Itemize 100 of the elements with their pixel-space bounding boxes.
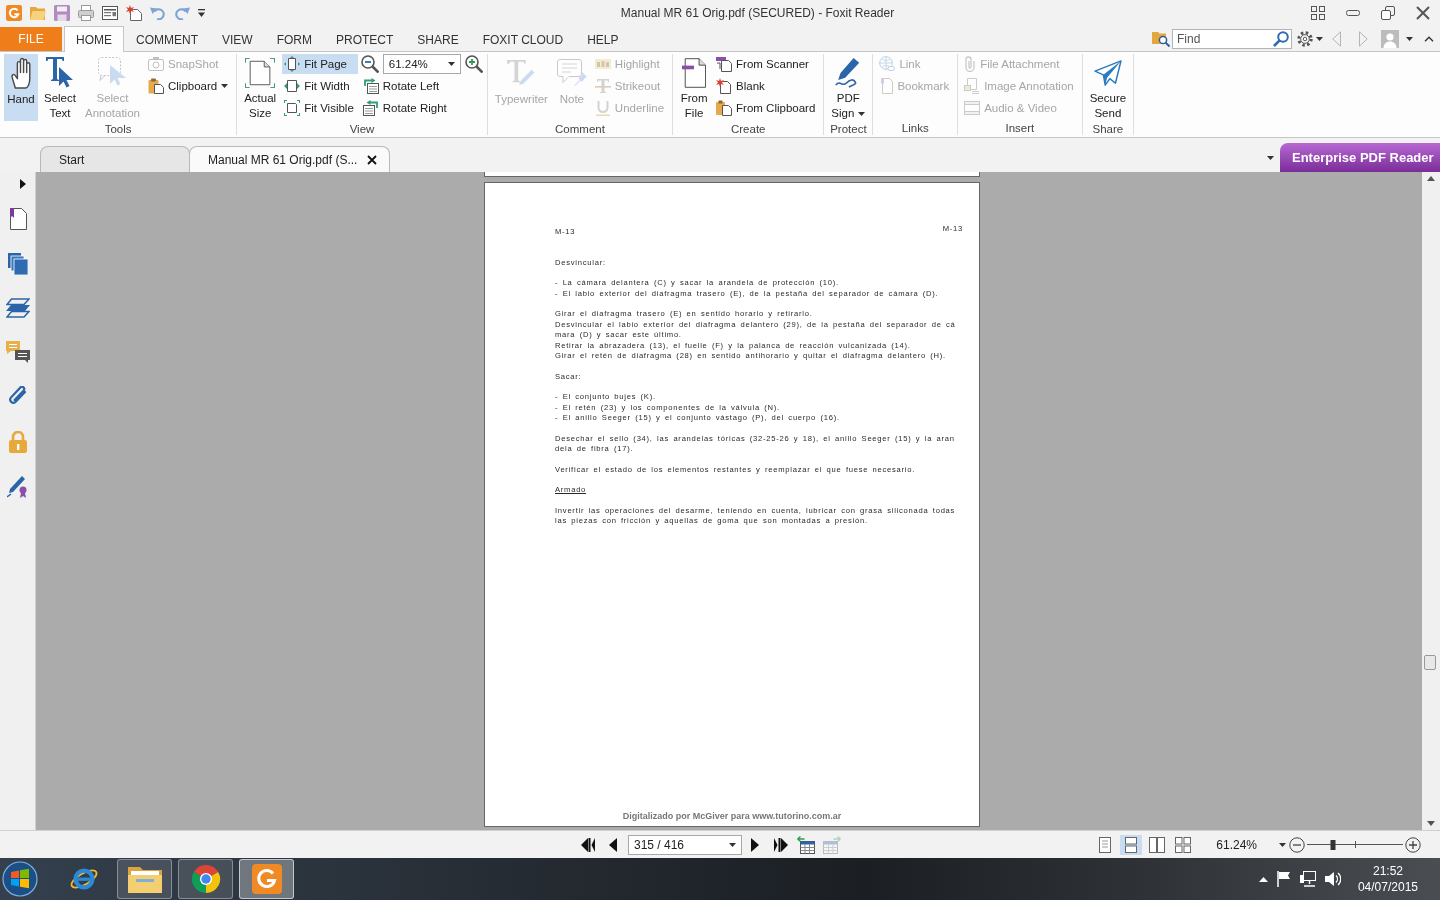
folder-search-icon[interactable] xyxy=(1152,30,1170,47)
close-icon[interactable] xyxy=(1415,6,1430,20)
network-icon[interactable] xyxy=(1299,871,1316,887)
fit-page-icon xyxy=(284,56,301,72)
note-icon xyxy=(556,59,587,87)
ribbon-button[interactable]: Fit Page xyxy=(282,54,358,74)
caret-up-icon[interactable] xyxy=(1258,876,1268,882)
ribbon-button[interactable]: From Scanner xyxy=(714,54,820,74)
grid-arrow-icon[interactable] xyxy=(797,835,815,854)
menu-tab[interactable]: VIEW xyxy=(210,27,265,51)
pages-icon[interactable] xyxy=(7,253,28,275)
zoom-in-icon[interactable] xyxy=(1405,836,1421,853)
caret-icon[interactable] xyxy=(1316,36,1323,41)
facing-pages-icon xyxy=(1149,836,1166,853)
grid-icon[interactable] xyxy=(1310,6,1325,20)
ribbon-button[interactable]: Fit Visible xyxy=(282,98,358,118)
ribbon-button[interactable]: From File xyxy=(677,54,712,121)
minimize-icon[interactable] xyxy=(1345,10,1360,16)
first-page-icon[interactable] xyxy=(581,837,595,852)
search-icon[interactable] xyxy=(1273,30,1289,47)
annotation-cursor-icon xyxy=(98,57,127,88)
document-tab[interactable]: Manual MR 61 Orig.pdf (S... xyxy=(189,146,391,172)
caret-icon xyxy=(729,842,736,847)
comments-icon[interactable] xyxy=(5,341,30,363)
page-grid-icon xyxy=(1175,836,1192,853)
ribbon-button[interactable]: Hand xyxy=(4,54,38,121)
last-page-icon[interactable] xyxy=(774,837,788,852)
close-icon[interactable] xyxy=(367,154,378,165)
printer-icon[interactable] xyxy=(78,5,94,21)
ribbon-button[interactable]: Rotate Left xyxy=(360,76,483,96)
previous-page-icon[interactable] xyxy=(609,837,617,852)
page-number-field[interactable]: 315 / 416 xyxy=(628,834,742,855)
ribbon-button[interactable]: From Clipboard xyxy=(714,98,820,118)
rotate-left-icon xyxy=(362,78,379,94)
document-tab[interactable]: Start xyxy=(40,146,190,172)
settings-icon[interactable] xyxy=(1297,30,1313,47)
ribbon-button[interactable]: Fit Width xyxy=(282,76,358,96)
bookmark-icon xyxy=(879,78,894,94)
ribbon-button[interactable]: Secure Send xyxy=(1086,54,1130,121)
continuous-pages-icon xyxy=(1125,836,1138,853)
zoom-combobox[interactable]: 61.24% xyxy=(382,54,461,74)
scroll-down-icon[interactable] xyxy=(1427,821,1435,826)
clock-time[interactable]: 21:52 xyxy=(1372,863,1403,879)
ribbon-button[interactable]: Blank xyxy=(714,76,820,96)
menu-tab[interactable]: HELP xyxy=(575,27,631,51)
zoom-in-icon[interactable] xyxy=(464,55,483,73)
expand-icon[interactable] xyxy=(20,179,26,189)
ribbon-button[interactable]: Select Text xyxy=(41,54,79,121)
zoom-out-icon[interactable] xyxy=(1289,836,1305,853)
page-icon xyxy=(682,57,707,88)
menu-tab[interactable]: FORM xyxy=(264,27,324,51)
promo-banner[interactable]: Enterprise PDF Reader xyxy=(1280,143,1440,172)
group-label: View xyxy=(349,122,375,136)
menu-tab[interactable]: HOME xyxy=(64,26,124,52)
start-icon[interactable] xyxy=(2,861,38,897)
hand-icon xyxy=(10,57,32,89)
caret-icon[interactable] xyxy=(198,9,205,17)
underline-icon xyxy=(594,100,611,116)
menu-tab[interactable]: FOXIT CLOUD xyxy=(470,27,576,51)
film-icon xyxy=(964,101,981,115)
scroll-up-icon[interactable] xyxy=(1427,176,1435,181)
view-mode-button[interactable] xyxy=(1120,834,1143,855)
group-label: Tools xyxy=(104,122,132,136)
caret-icon[interactable] xyxy=(1406,36,1413,41)
taskbar-button[interactable] xyxy=(239,859,294,899)
rotate-right-icon xyxy=(362,100,379,116)
menu-tab[interactable]: COMMENT xyxy=(124,27,210,51)
speaker-icon[interactable] xyxy=(1324,871,1341,887)
caret-icon[interactable] xyxy=(1267,155,1274,160)
layers-icon[interactable] xyxy=(5,298,30,318)
ribbon-button[interactable]: Clipboard xyxy=(145,76,233,96)
menu-tab[interactable]: SHARE xyxy=(405,27,471,51)
caret-icon[interactable] xyxy=(1279,842,1286,847)
ribbon-button[interactable]: PDF Sign xyxy=(828,54,869,121)
menu-tab[interactable]: PROTECT xyxy=(324,27,406,51)
document-icon[interactable] xyxy=(102,6,118,20)
strikeout-icon xyxy=(594,78,611,94)
collapse-icon[interactable] xyxy=(1424,35,1434,42)
window-title: Manual MR 61 Orig.pdf (SECURED) - Foxit Reader xyxy=(620,6,895,20)
taskbar-button[interactable] xyxy=(117,859,172,899)
ribbon-button[interactable]: Actual Size xyxy=(241,54,280,121)
restore-icon[interactable] xyxy=(1380,6,1395,20)
zoom-out-icon[interactable] xyxy=(360,55,379,73)
scrollbar-thumb[interactable] xyxy=(1424,655,1436,670)
group-label: Insert xyxy=(1005,121,1035,135)
group-label: Protect xyxy=(830,122,867,136)
next-page-icon[interactable] xyxy=(751,837,759,852)
slider-thumb[interactable] xyxy=(1330,839,1336,850)
clock-date[interactable]: 04/07/2015 xyxy=(1357,879,1418,895)
flag-icon[interactable] xyxy=(1276,871,1291,887)
bookmark-page-icon[interactable] xyxy=(8,208,27,230)
signature-icon[interactable] xyxy=(6,476,29,498)
group-label: Create xyxy=(730,122,766,136)
new-page-icon[interactable] xyxy=(126,5,142,21)
globe-icon xyxy=(879,56,896,72)
taskbar-button[interactable] xyxy=(178,859,233,899)
search-field[interactable]: Find xyxy=(1172,28,1292,49)
clipboard-page-icon xyxy=(716,100,733,116)
fit-visible-icon xyxy=(284,100,301,116)
ribbon-button[interactable]: Rotate Right xyxy=(360,98,483,118)
